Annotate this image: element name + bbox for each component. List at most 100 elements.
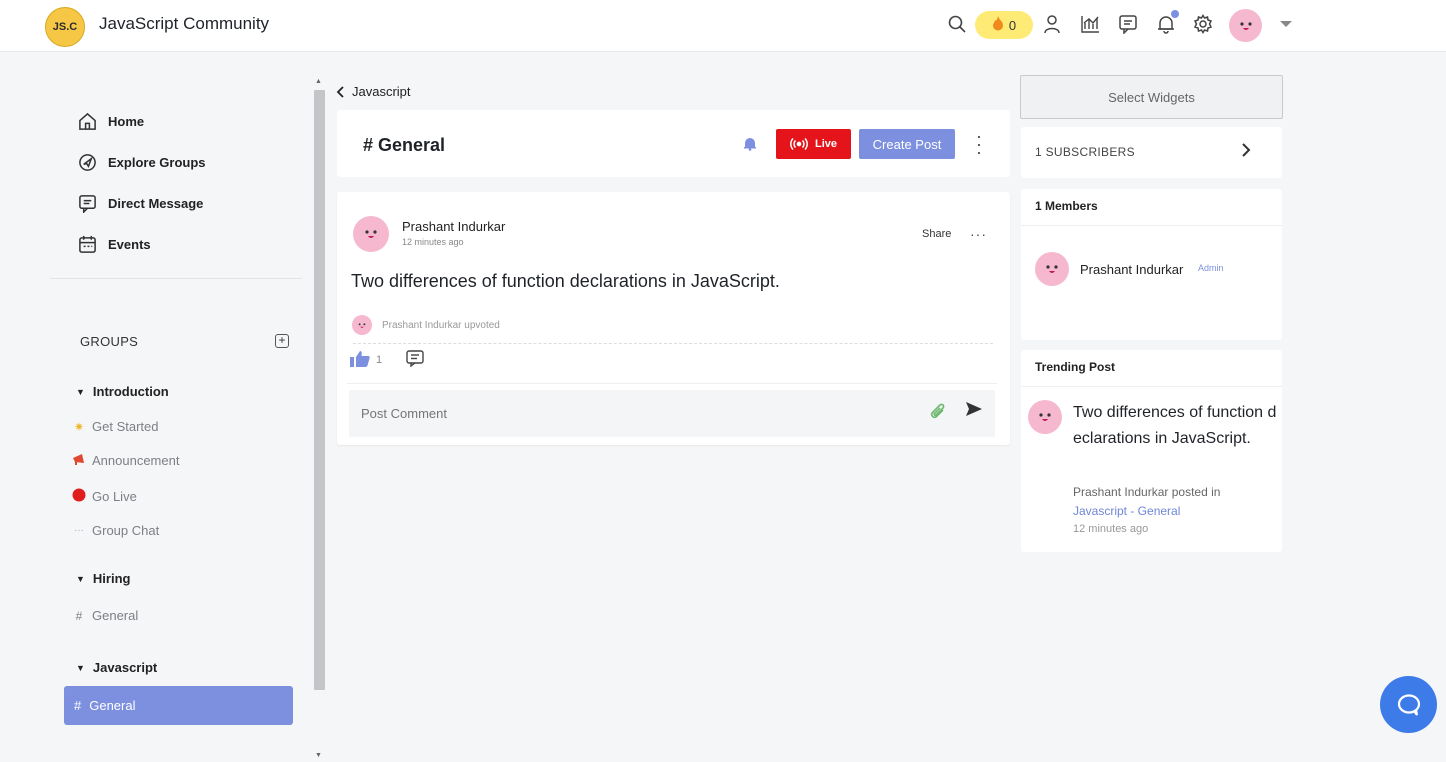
user-icon[interactable] <box>1040 12 1064 36</box>
add-group-button[interactable]: + <box>275 334 289 348</box>
create-post-button[interactable]: Create Post <box>859 129 955 159</box>
post-author[interactable]: Prashant Indurkar <box>402 219 505 234</box>
avatar[interactable] <box>1028 400 1062 434</box>
nav-explore-groups-label: Explore Groups <box>108 155 206 170</box>
nav-home-label: Home <box>108 114 145 129</box>
group-introduction[interactable]: ▼ Introduction <box>76 384 169 399</box>
hash-icon: # <box>75 608 83 623</box>
community-logo[interactable]: JS.C <box>45 7 85 47</box>
calendar-icon <box>79 235 96 253</box>
avatar[interactable] <box>353 216 389 252</box>
support-chat-button[interactable] <box>1380 676 1437 733</box>
bell-icon[interactable] <box>1154 9 1180 36</box>
nav-direct-message-label: Direct Message <box>108 196 204 211</box>
message-icon <box>79 195 96 213</box>
hash-icon: # <box>74 698 82 713</box>
avatar[interactable] <box>1035 252 1069 286</box>
chat-icon[interactable] <box>1116 12 1140 36</box>
trending-card: Trending Post Two differences of functio… <box>1021 350 1282 552</box>
divider <box>347 383 997 384</box>
megaphone-icon <box>72 453 86 468</box>
like-count: 1 <box>376 354 383 366</box>
live-dot-icon <box>72 488 86 505</box>
upvote-text: Prashant Indurkar upvoted <box>382 319 500 331</box>
member-role-badge: Admin <box>1198 263 1224 273</box>
post-title[interactable]: Two differences of function declarations… <box>351 271 780 292</box>
nav-events[interactable]: Events <box>78 235 151 254</box>
group-hiring[interactable]: ▼ Hiring <box>76 571 130 586</box>
channel-announcement-label: Announcement <box>92 453 180 468</box>
channel-group-chat-label: Group Chat <box>92 523 160 538</box>
reaction-row: 1 <box>350 350 424 370</box>
sidebar-divider <box>50 278 302 279</box>
more-options-icon[interactable]: · · · <box>973 127 985 161</box>
nav-explore-groups[interactable]: Explore Groups <box>78 153 206 172</box>
subscribers-card[interactable]: 1 SUBSCRIBERS <box>1021 127 1282 178</box>
live-button[interactable]: Live <box>776 129 851 159</box>
fire-icon <box>992 16 1004 34</box>
post-time: 12 minutes ago <box>402 237 464 247</box>
group-javascript-label: Javascript <box>92 660 158 675</box>
chevron-right-icon[interactable] <box>1241 142 1251 163</box>
chat-bubble-icon: ··· <box>74 525 84 536</box>
thumbs-up-icon[interactable] <box>350 350 370 370</box>
trending-post-title[interactable]: Two differences of function declarations… <box>1073 400 1278 452</box>
divider <box>353 343 993 344</box>
channel-group-chat[interactable]: ··· Group Chat <box>72 523 159 538</box>
chat-bubble-icon <box>1397 693 1420 716</box>
channel-hiring-general[interactable]: # General <box>72 608 139 623</box>
broadcast-icon <box>790 138 808 150</box>
share-button[interactable]: Share <box>922 228 951 240</box>
channel-get-started[interactable]: ✷ Get Started <box>72 419 159 434</box>
scroll-down-arrow[interactable]: ▼ <box>315 752 322 759</box>
back-link[interactable]: Javascript <box>336 84 411 99</box>
group-hiring-label: Hiring <box>92 571 131 586</box>
member-name[interactable]: Prashant Indurkar <box>1080 262 1183 277</box>
channel-title: # General <box>363 135 446 155</box>
chart-icon[interactable] <box>1078 12 1102 36</box>
gear-icon[interactable] <box>1191 12 1215 36</box>
post-more-icon[interactable]: ··· <box>970 226 987 242</box>
compass-icon <box>79 154 96 171</box>
trending-title: Trending Post <box>1035 360 1116 374</box>
channel-javascript-general-label: General <box>89 698 136 713</box>
trending-post-time: 12 minutes ago <box>1073 523 1149 535</box>
top-bar: JS.C JavaScript Community 0 <box>0 0 1446 52</box>
nav-direct-message[interactable]: Direct Message <box>78 194 203 213</box>
channel-javascript-general[interactable]: # General <box>64 686 293 725</box>
live-label: Live <box>814 138 837 150</box>
collapse-triangle-icon: ▼ <box>76 662 85 673</box>
app-title: JavaScript Community <box>99 14 270 33</box>
comment-input[interactable] <box>361 406 881 421</box>
paperclip-icon[interactable] <box>929 402 947 427</box>
select-widgets-button[interactable]: Select Widgets <box>1020 75 1283 119</box>
notification-badge <box>1170 9 1180 19</box>
comment-icon[interactable] <box>406 350 424 370</box>
bell-icon[interactable] <box>743 136 757 156</box>
trending-post-author: Prashant Indurkar posted in <box>1073 485 1221 499</box>
collapse-triangle-icon: ▼ <box>76 573 85 584</box>
groups-heading: GROUPS <box>80 334 139 349</box>
streak-badge[interactable]: 0 <box>975 11 1033 39</box>
send-icon[interactable] <box>965 401 983 422</box>
channel-header: # General Live Create Post · · · <box>337 110 1010 177</box>
search-icon[interactable] <box>945 12 969 36</box>
scroll-up-arrow[interactable]: ▲ <box>315 78 322 85</box>
collapse-triangle-icon: ▼ <box>76 386 85 397</box>
channel-get-started-label: Get Started <box>92 419 159 434</box>
group-javascript[interactable]: ▼ Javascript <box>76 660 157 675</box>
channel-hiring-general-label: General <box>92 608 139 623</box>
chevron-left-icon <box>336 85 344 98</box>
user-avatar[interactable] <box>1229 9 1262 42</box>
sidebar-scrollbar[interactable] <box>314 90 325 690</box>
divider <box>1021 225 1282 226</box>
subscribers-label: 1 SUBSCRIBERS <box>1035 145 1135 159</box>
trending-post-channel-link[interactable]: Javascript - General <box>1073 504 1180 518</box>
breadcrumb: Javascript <box>352 84 411 99</box>
channel-go-live[interactable]: Go Live <box>72 488 137 505</box>
channel-announcement[interactable]: Announcement <box>72 453 179 468</box>
chevron-down-icon[interactable] <box>1274 12 1298 36</box>
streak-count: 0 <box>1008 17 1017 33</box>
nav-home[interactable]: Home <box>78 112 144 131</box>
comment-box <box>349 390 995 437</box>
